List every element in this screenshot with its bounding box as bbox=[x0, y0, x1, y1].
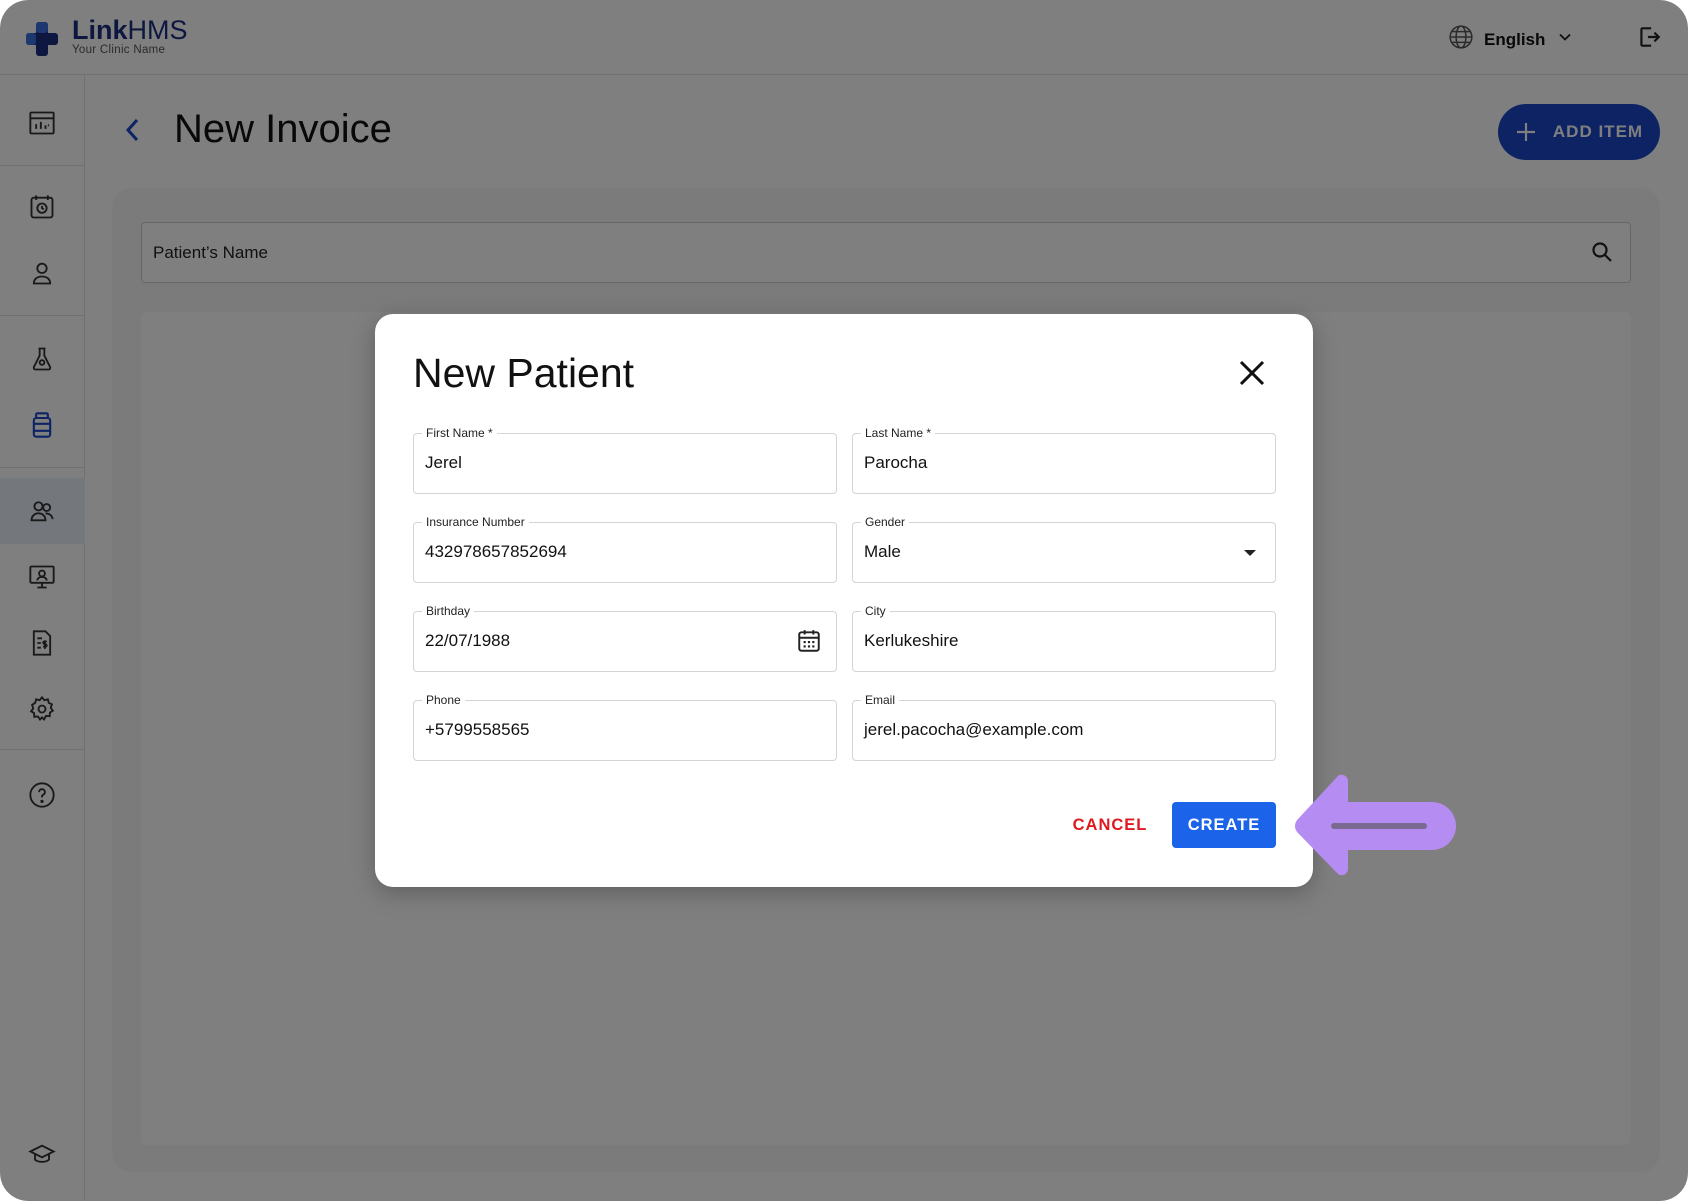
field-label: First Name * bbox=[422, 425, 497, 441]
pointer-arrow-icon bbox=[1292, 770, 1458, 885]
field-label: Last Name * bbox=[861, 425, 936, 441]
gender-select[interactable]: Gender Male bbox=[852, 514, 1276, 583]
field-value: Parocha bbox=[864, 453, 928, 472]
field-value: 22/07/1988 bbox=[425, 631, 511, 650]
last-name-field[interactable]: Last Name * Parocha bbox=[852, 425, 1276, 494]
field-value: 432978657852694 bbox=[425, 542, 567, 561]
email-field[interactable]: Email jerel.pacocha@example.com bbox=[852, 692, 1276, 761]
dialog-title: New Patient bbox=[413, 350, 635, 396]
field-label: Insurance Number bbox=[422, 514, 529, 530]
field-value: jerel.pacocha@example.com bbox=[864, 720, 1084, 739]
field-value: +5799558565 bbox=[425, 720, 530, 739]
cancel-button[interactable]: CANCEL bbox=[1060, 802, 1160, 848]
dropdown-arrow-icon bbox=[1243, 545, 1257, 563]
field-value: Male bbox=[864, 542, 901, 561]
insurance-number-field[interactable]: Insurance Number 432978657852694 bbox=[413, 514, 837, 583]
field-label: Email bbox=[861, 692, 900, 708]
app-window: LinkHMS Your Clinic Name English bbox=[0, 0, 1688, 1201]
first-name-field[interactable]: First Name * Jerel bbox=[413, 425, 837, 494]
field-label: Birthday bbox=[422, 603, 475, 619]
birthday-field[interactable]: Birthday 22/07/1988 bbox=[413, 603, 837, 672]
close-icon bbox=[1239, 360, 1265, 386]
phone-field[interactable]: Phone +5799558565 bbox=[413, 692, 837, 761]
calendar-icon[interactable] bbox=[796, 628, 822, 659]
field-value: Jerel bbox=[425, 453, 462, 472]
new-patient-dialog: New Patient First Name * Jerel Last Name… bbox=[375, 314, 1313, 887]
close-button[interactable] bbox=[1237, 358, 1267, 388]
create-button[interactable]: CREATE bbox=[1172, 802, 1276, 848]
field-label: Gender bbox=[861, 514, 910, 530]
city-field[interactable]: City Kerlukeshire bbox=[852, 603, 1276, 672]
field-value: Kerlukeshire bbox=[864, 631, 959, 650]
field-label: City bbox=[861, 603, 890, 619]
field-label: Phone bbox=[422, 692, 465, 708]
